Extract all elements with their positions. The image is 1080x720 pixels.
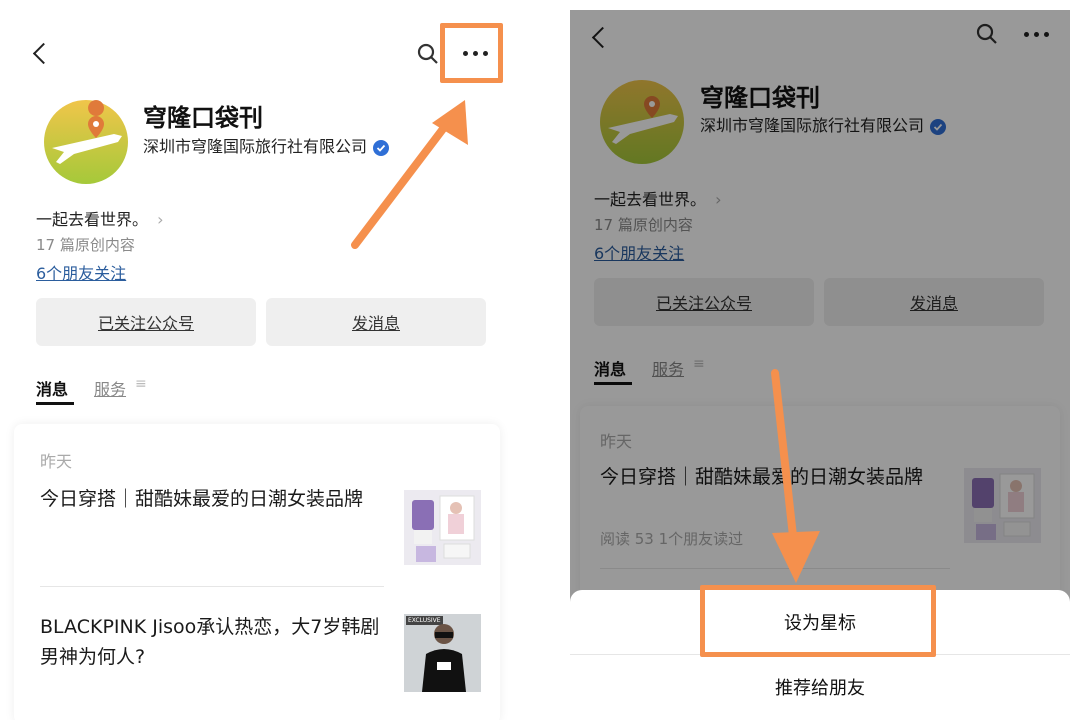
outfit-image (404, 490, 481, 565)
right-screenshot: 穹隆口袋刊 深圳市穹隆国际旅行社有限公司 一起去看世界。 › 17 篇原创内容 … (570, 10, 1070, 720)
tab-messages-underline (36, 402, 74, 405)
account-name: 穹隆口袋刊 (143, 104, 263, 132)
logo-airplane-icon (44, 100, 128, 184)
followed-button[interactable]: 已关注公众号 (36, 298, 256, 346)
article-thumb-1[interactable] (404, 490, 481, 565)
menu-icon: ≡ (135, 376, 147, 392)
bio-line[interactable]: 一起去看世界。 › (36, 206, 164, 230)
star-highlight-box (700, 585, 936, 657)
original-count: 17 篇原创内容 (36, 236, 135, 254)
bio-arrow-icon: › (157, 210, 164, 229)
article-separator (40, 586, 384, 587)
article-thumb-2[interactable]: EXCLUSIVE (404, 614, 481, 692)
annotation-arrow-up (351, 100, 468, 249)
article-title-1[interactable]: 今日穿搭｜甜酷妹最爱的日潮女装品牌 (40, 484, 385, 514)
celebrity-photo (422, 624, 466, 692)
feed-card: 昨天 今日穿搭｜甜酷妹最爱的日潮女装品牌 BLACKPINK Jisoo承认热恋… (14, 424, 500, 720)
more-highlight-box (440, 23, 503, 83)
feed-date: 昨天 (40, 452, 73, 471)
company-name: 深圳市穹隆国际旅行社有限公司 (143, 137, 368, 156)
back-chevron-icon[interactable] (32, 42, 55, 65)
bio-text: 一起去看世界。 (36, 210, 149, 229)
account-logo (44, 100, 128, 184)
left-screenshot: 穹隆口袋刊 深圳市穹隆国际旅行社有限公司 一起去看世界。 › 17 篇原创内容 … (0, 0, 520, 720)
search-icon[interactable] (417, 43, 439, 65)
annotation-arrow-down (771, 369, 820, 583)
tab-messages[interactable]: 消息 (36, 376, 68, 400)
tab-services[interactable]: 服务 (94, 376, 126, 400)
friends-follow-link[interactable]: 6个朋友关注 (36, 260, 126, 284)
recommend-option[interactable]: 推荐给朋友 (570, 655, 1070, 719)
send-message-button[interactable]: 发消息 (266, 298, 486, 346)
article-title-2[interactable]: BLACKPINK Jisoo承认热恋，大7岁韩剧男神为何人? (40, 612, 390, 672)
